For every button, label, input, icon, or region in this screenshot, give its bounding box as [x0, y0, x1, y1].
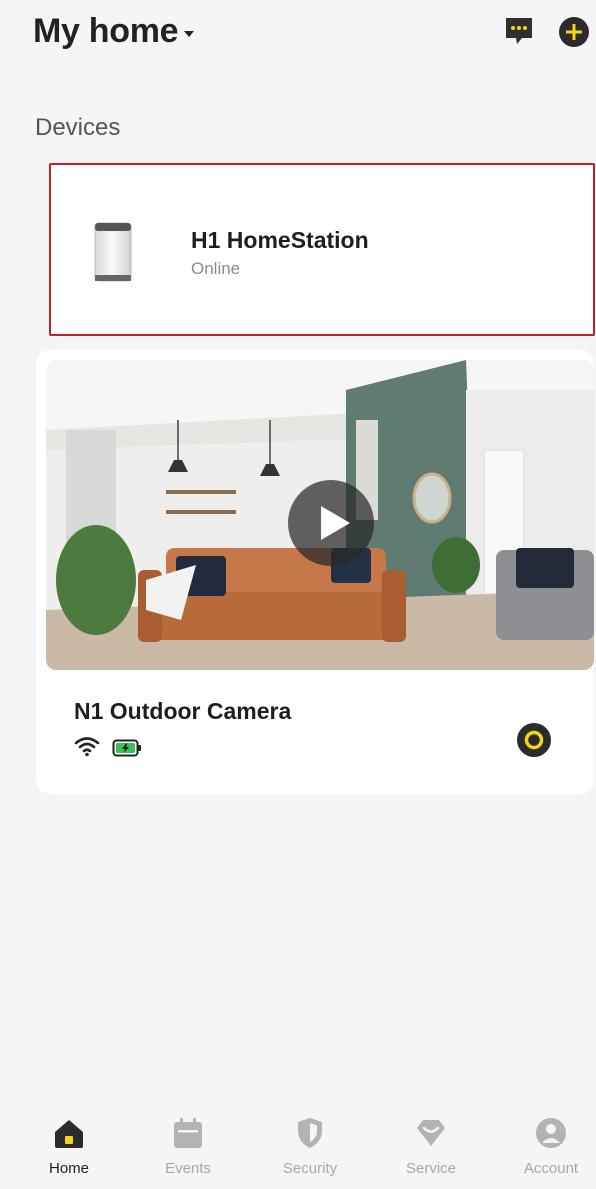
nav-item-service[interactable]: Service [386, 1116, 476, 1177]
chat-bubble-icon [506, 18, 532, 44]
nav-label: Home [48, 1160, 89, 1177]
camera-power-toggle[interactable] [517, 723, 551, 757]
devices-section-title: Devices [35, 114, 121, 141]
messages-button[interactable] [502, 14, 536, 48]
nav-label: Events [165, 1160, 211, 1177]
home-switcher[interactable]: My home [33, 12, 195, 51]
nav-label: Security [282, 1160, 338, 1177]
device-status: Online [191, 259, 241, 278]
calendar-icon [174, 1118, 202, 1148]
gem-icon [417, 1120, 445, 1146]
nav-item-events[interactable]: Events [143, 1116, 233, 1177]
add-device-button[interactable] [558, 16, 590, 48]
caret-down-icon [184, 30, 195, 37]
camera-preview-image[interactable] [46, 360, 594, 670]
device-name: H1 HomeStation [191, 227, 369, 253]
plus-circle-icon [559, 17, 589, 47]
battery-charging-icon [112, 739, 141, 757]
homestation-hub-icon [94, 222, 132, 282]
play-button[interactable] [288, 480, 374, 566]
app-header: My home [0, 0, 596, 80]
home-icon [55, 1120, 83, 1148]
bottom-navigation: Home Events Security Service Account [0, 1102, 596, 1189]
play-icon [288, 480, 374, 566]
page-title: My home [33, 12, 179, 50]
nav-item-security[interactable]: Security [265, 1116, 355, 1177]
nav-item-home[interactable]: Home [24, 1116, 114, 1177]
device-card-camera[interactable]: N1 Outdoor Camera [36, 350, 594, 794]
account-icon [536, 1118, 566, 1148]
device-name: N1 Outdoor Camera [74, 698, 292, 724]
nav-item-account[interactable]: Account [506, 1116, 596, 1177]
nav-label: Account [523, 1160, 579, 1177]
device-card-homestation[interactable]: H1 HomeStation Online [49, 163, 595, 336]
power-toggle-icon [517, 723, 551, 757]
shield-icon [298, 1118, 322, 1148]
wifi-icon [74, 737, 100, 757]
nav-label: Service [405, 1160, 457, 1177]
